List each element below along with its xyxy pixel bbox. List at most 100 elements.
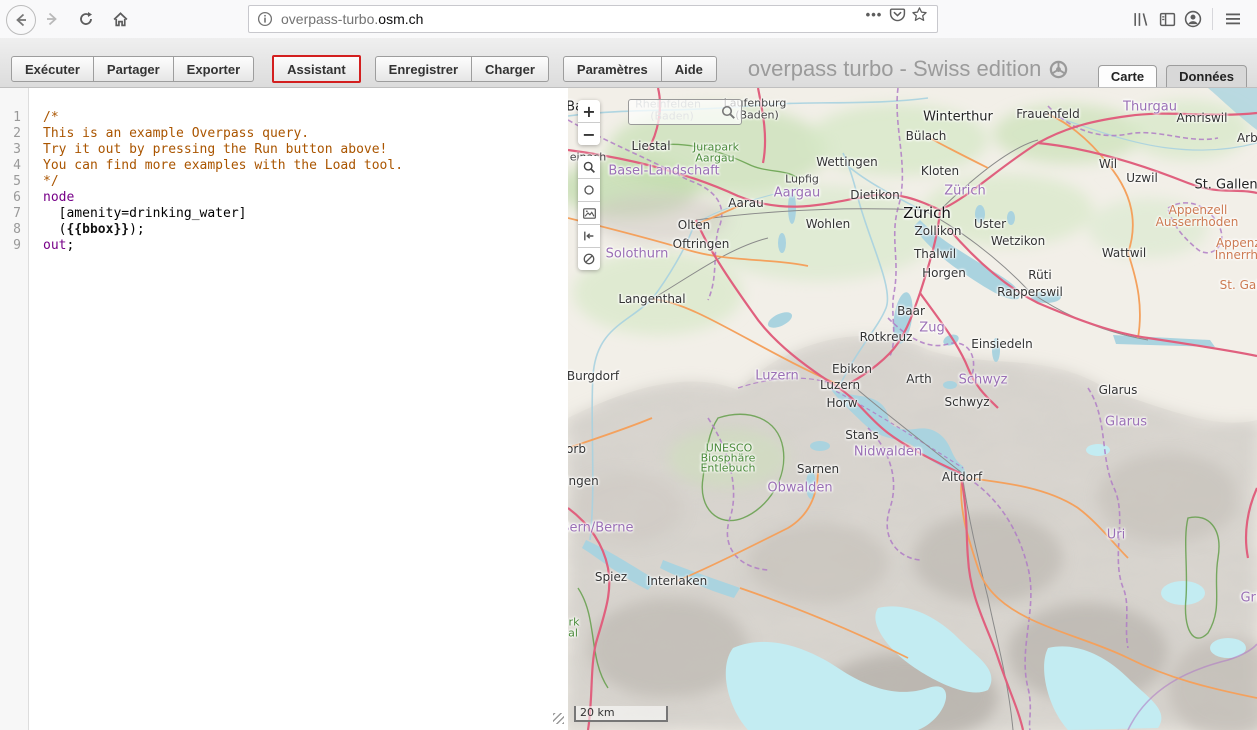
code-line[interactable]: You can find more examples with the Load… bbox=[43, 158, 568, 174]
map-label: Rüti bbox=[1028, 268, 1051, 282]
tab-map[interactable]: Carte bbox=[1098, 65, 1157, 87]
map-canvas[interactable]: BaseinachLiestalBasel-LandschaftJurapark… bbox=[568, 88, 1257, 730]
help-button[interactable]: Aide bbox=[662, 56, 717, 82]
line-number: 7 bbox=[0, 206, 28, 222]
disable-button[interactable] bbox=[578, 248, 600, 270]
map-label: Winterthur bbox=[923, 110, 993, 125]
helm-icon bbox=[1049, 60, 1068, 79]
wizard-button[interactable]: Assistant bbox=[272, 55, 361, 83]
collapse-panel-button[interactable] bbox=[578, 225, 600, 248]
map-label: Uri bbox=[1107, 528, 1125, 543]
map-search-input[interactable] bbox=[628, 99, 742, 125]
url-bar[interactable]: overpass-turbo.osm.ch bbox=[248, 5, 938, 33]
page-actions-icon[interactable]: ••• bbox=[865, 6, 883, 22]
code-line[interactable]: [amenity=drinking_water] bbox=[43, 206, 568, 222]
map-label: St. Gallen bbox=[1194, 178, 1257, 193]
editor-gutter: 123456789 bbox=[0, 88, 29, 730]
reload-icon bbox=[78, 11, 94, 27]
editor-resize-grip[interactable] bbox=[553, 713, 564, 724]
sidebars-icon[interactable] bbox=[1156, 8, 1178, 30]
map-label: Luzern bbox=[755, 369, 798, 384]
settings-button[interactable]: Paramètres bbox=[563, 56, 662, 82]
map-label: Zürich bbox=[903, 204, 951, 222]
code-line[interactable]: node bbox=[43, 190, 568, 206]
load-button[interactable]: Charger bbox=[472, 56, 549, 82]
account-icon[interactable] bbox=[1182, 8, 1204, 30]
map-label: Uster bbox=[974, 217, 1006, 231]
run-button[interactable]: Exécuter bbox=[11, 56, 94, 82]
url-text: overpass-turbo.osm.ch bbox=[281, 11, 423, 27]
share-button[interactable]: Partager bbox=[94, 56, 174, 82]
map-label: Nidwalden bbox=[854, 445, 922, 460]
back-button[interactable] bbox=[6, 5, 36, 35]
map-label: ingen bbox=[568, 474, 599, 488]
map-label: Einsiedeln bbox=[971, 337, 1032, 351]
map-label: Zug bbox=[919, 321, 944, 336]
image-export-button[interactable] bbox=[578, 202, 600, 225]
map-label: Wattwil bbox=[1102, 246, 1146, 260]
map-label: orb bbox=[568, 442, 586, 456]
image-icon bbox=[582, 206, 597, 221]
code-line[interactable]: /* bbox=[43, 110, 568, 126]
map-label: Liestal bbox=[631, 139, 670, 153]
line-number: 9 bbox=[0, 238, 28, 254]
forward-button[interactable] bbox=[38, 5, 66, 33]
bookmark-star-icon[interactable] bbox=[910, 6, 928, 22]
page-info-icon[interactable] bbox=[257, 11, 273, 27]
locate-button[interactable] bbox=[578, 179, 600, 202]
map-label: Glarus bbox=[1099, 383, 1138, 397]
map-label: St. Galle bbox=[1220, 278, 1257, 292]
code-line[interactable]: ({{bbox}}); bbox=[43, 222, 568, 238]
line-number: 2 bbox=[0, 126, 28, 142]
map-label: Wetzikon bbox=[991, 234, 1045, 248]
editor-lines[interactable]: /*This is an example Overpass query.Try … bbox=[30, 88, 568, 254]
map-label: Ausserrhoden bbox=[1156, 215, 1239, 229]
export-button[interactable]: Exporter bbox=[174, 56, 254, 82]
zoom-control: + − bbox=[578, 100, 600, 145]
reload-button[interactable] bbox=[72, 5, 100, 33]
code-line[interactable]: This is an example Overpass query. bbox=[43, 126, 568, 142]
map-label: Horw bbox=[826, 396, 857, 410]
map-tools bbox=[578, 156, 600, 270]
query-editor[interactable]: 123456789 /*This is an example Overpass … bbox=[0, 88, 568, 730]
map-label: Lupfig bbox=[785, 173, 819, 186]
line-number: 1 bbox=[0, 110, 28, 126]
library-icon[interactable] bbox=[1129, 8, 1151, 30]
pocket-icon[interactable] bbox=[888, 6, 906, 22]
code-line[interactable]: */ bbox=[43, 174, 568, 190]
line-number: 5 bbox=[0, 174, 28, 190]
page-title: overpass turbo - Swiss edition bbox=[748, 56, 1068, 82]
map-label: Thalwil bbox=[914, 247, 956, 261]
map-label: Wil bbox=[1099, 157, 1117, 171]
map-label: Spiez bbox=[595, 570, 627, 584]
map-label: Altdorf bbox=[942, 470, 982, 484]
map-label: Amriswil bbox=[1177, 111, 1228, 125]
map-label: Wohlen bbox=[806, 217, 850, 231]
map-label: Arth bbox=[906, 372, 931, 386]
map-label: Kloten bbox=[921, 164, 959, 178]
map-label: Luzern bbox=[820, 378, 860, 392]
map-label: Dietikon bbox=[850, 188, 899, 202]
zoom-out-button[interactable]: − bbox=[578, 123, 600, 145]
code-line[interactable]: out; bbox=[43, 238, 568, 254]
search-tool-button[interactable] bbox=[578, 156, 600, 179]
map-label: Ebikon bbox=[832, 362, 872, 376]
code-line[interactable]: Try it out by pressing the Run button ab… bbox=[43, 142, 568, 158]
map-label: Glarus bbox=[1105, 415, 1147, 430]
tab-data[interactable]: Données bbox=[1166, 65, 1247, 87]
map-label: Entlebuch bbox=[700, 462, 755, 475]
map-label: Zürich bbox=[944, 184, 986, 199]
search-icon[interactable] bbox=[720, 104, 737, 121]
map-label: Aarau bbox=[728, 196, 763, 210]
menu-hamburger-icon[interactable] bbox=[1222, 8, 1244, 30]
map-label: Frauenfeld bbox=[1016, 107, 1079, 121]
map-label: Sarnen bbox=[797, 462, 839, 476]
zoom-in-button[interactable]: + bbox=[578, 100, 600, 123]
map-label: Arbo bbox=[1237, 131, 1257, 145]
save-button[interactable]: Enregistrer bbox=[375, 56, 472, 82]
map-label: Basel-Landschaft bbox=[608, 164, 719, 179]
home-icon bbox=[112, 11, 129, 28]
home-button[interactable] bbox=[106, 5, 134, 33]
map-label: Uzwil bbox=[1126, 171, 1158, 185]
map-label: Bern/Berne bbox=[568, 521, 633, 536]
